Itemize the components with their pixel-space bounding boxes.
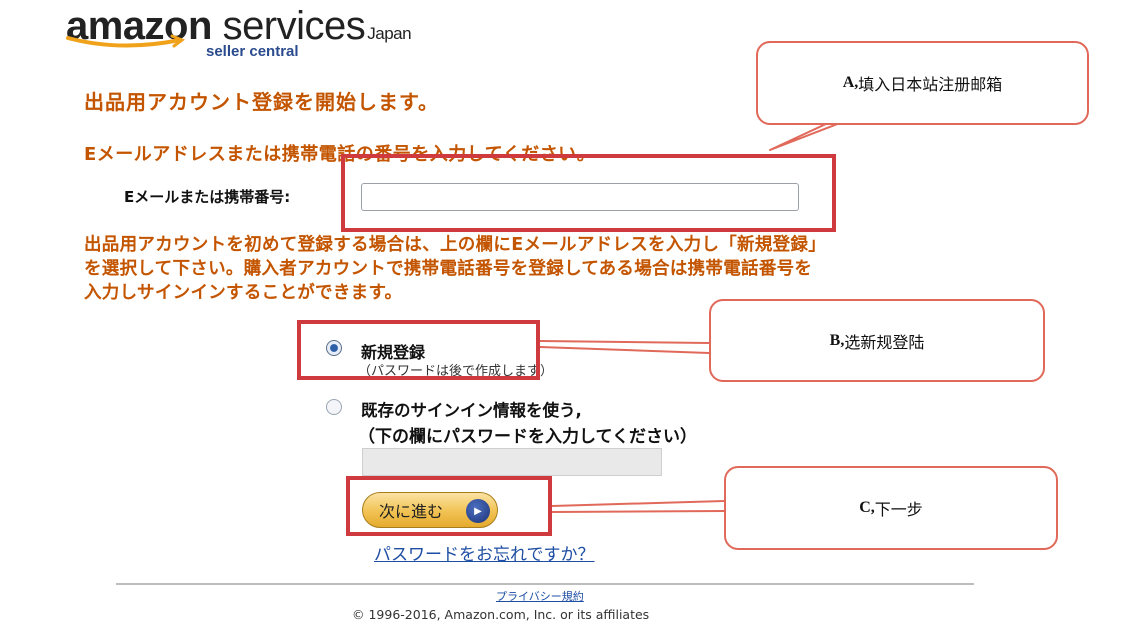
callout-b: B, 选新规登陆 [709,299,1045,382]
callout-c: C, 下一步 [724,466,1058,550]
callout-b-key: B, [829,331,845,349]
callout-b-text: 选新规登陆 [844,332,925,352]
callout-c-key: C, [859,499,875,516]
callout-a-text: 填入日本站注册邮箱 [858,75,1003,94]
callout-a: A, 填入日本站注册邮箱 [756,41,1089,125]
callout-a-key: A, [842,74,859,91]
callout-c-text: 下一步 [874,500,923,519]
